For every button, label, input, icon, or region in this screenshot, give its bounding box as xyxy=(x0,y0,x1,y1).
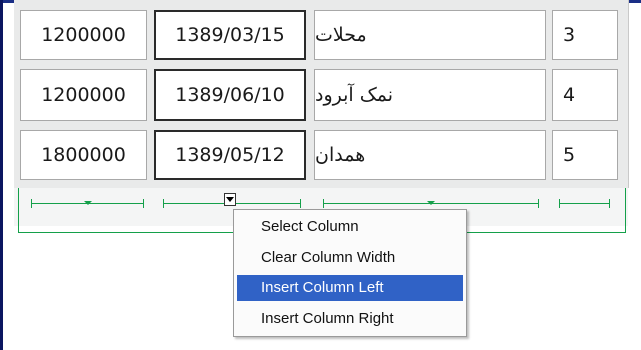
chevron-down-icon[interactable] xyxy=(84,201,92,205)
column-width-handle-index[interactable] xyxy=(559,199,610,208)
column-width-handle-amount[interactable] xyxy=(31,199,144,208)
chevron-down-icon[interactable] xyxy=(427,201,435,205)
column-dropdown-button[interactable] xyxy=(224,193,236,206)
column-context-menu: Select Column Clear Column Width Insert … xyxy=(233,209,467,337)
menu-item-select-column[interactable]: Select Column xyxy=(237,214,463,240)
table-cell-amount[interactable]: 1800000 xyxy=(20,130,147,180)
menu-item-insert-column-left[interactable]: Insert Column Left xyxy=(237,275,463,301)
table-cell-city[interactable]: همدان xyxy=(314,130,546,180)
table-cell-index[interactable]: 3 xyxy=(552,10,618,60)
table-cell-date[interactable]: 1389/06/10 xyxy=(154,69,306,121)
table-cell-city[interactable]: نمک آبرود xyxy=(314,69,546,121)
table-cell-index[interactable]: 4 xyxy=(552,69,618,121)
table-cell-date[interactable]: 1389/05/12 xyxy=(154,130,306,180)
table-cell-index[interactable]: 5 xyxy=(552,130,618,180)
chevron-down-icon xyxy=(226,197,234,202)
window-left-border xyxy=(0,0,3,350)
table-cell-date[interactable]: 1389/03/15 xyxy=(154,10,306,60)
table-cell-city[interactable]: محلات xyxy=(314,10,546,60)
column-width-handle-city[interactable] xyxy=(323,199,539,208)
table-cell-amount[interactable]: 1200000 xyxy=(20,10,147,60)
table-cell-amount[interactable]: 1200000 xyxy=(20,69,147,121)
menu-item-insert-column-right[interactable]: Insert Column Right xyxy=(237,306,463,332)
menu-item-clear-column-width[interactable]: Clear Column Width xyxy=(237,245,463,271)
